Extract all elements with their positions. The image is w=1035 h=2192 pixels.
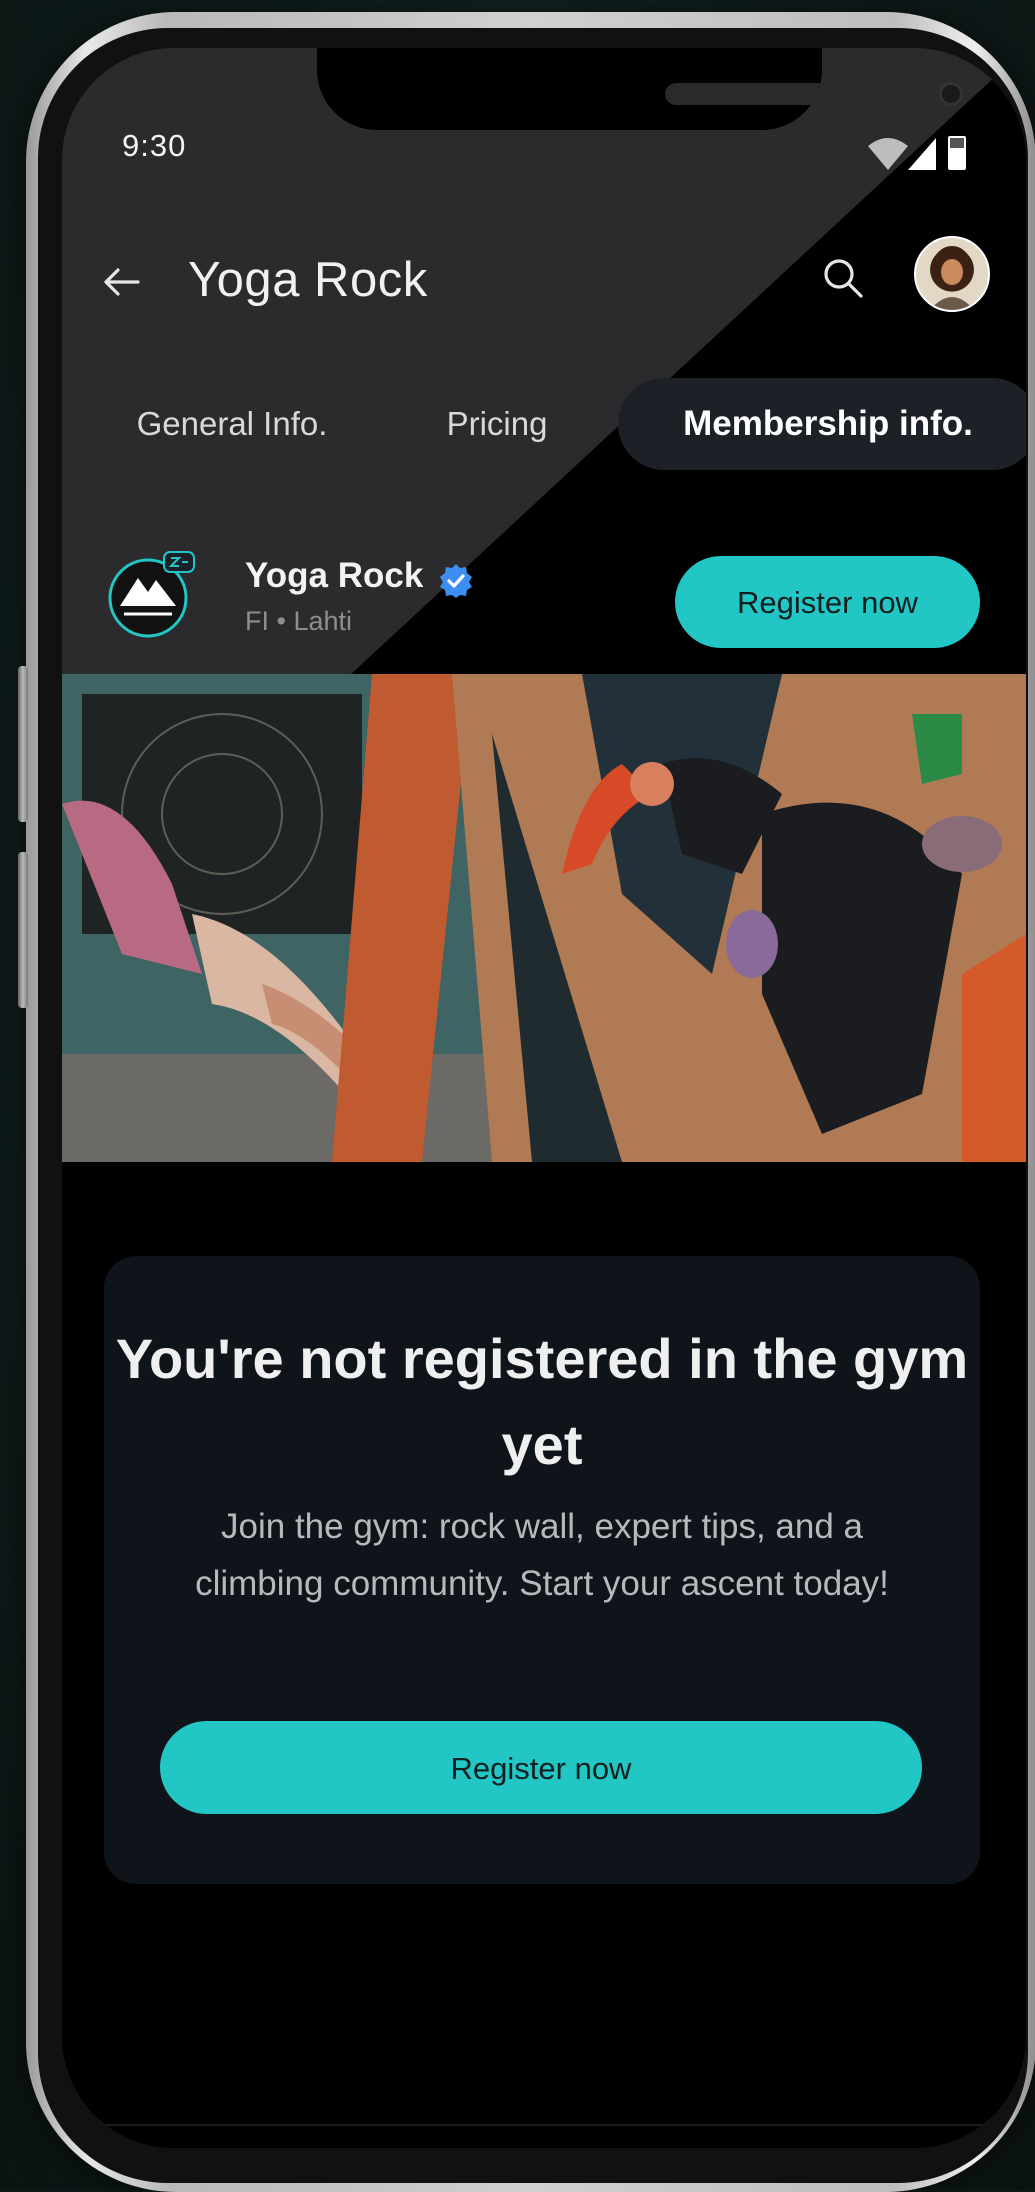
status-icons [862,132,974,172]
front-camera [939,82,963,106]
back-button[interactable] [98,258,146,306]
card-title: You're not registered in the gym yet [115,1327,969,1476]
gym-logo [106,550,196,640]
membership-card: You're not registered in the gym yet Joi… [104,1256,980,1884]
camera-notch [317,48,963,130]
wifi-icon [868,138,908,170]
verified-badge [437,562,475,600]
tab-membership-info[interactable]: Membership info. [618,378,1026,470]
avatar[interactable] [914,236,990,312]
yogarock-logo-icon [108,551,195,638]
bottom-divider [62,2124,1026,2126]
card-description: Join the gym: rock wall, expert tips, an… [195,1507,889,1603]
arrow-left-icon [104,268,140,296]
page-title: Yoga Rock [188,253,428,307]
register-now-button-card[interactable]: Register now [160,1721,922,1814]
search-button[interactable] [814,249,874,309]
battery-icon [948,136,966,170]
earpiece-speaker [665,83,908,105]
user-avatar-icon [930,246,974,310]
app-screen: 9:30 Yoga Rock General Info. Pricing Mem… [62,48,1026,2148]
tab-bar: General Info. Pricing Membership info. [62,378,1026,478]
volume-up-button [18,666,28,822]
tab-pricing[interactable]: Pricing [422,378,572,470]
status-time: 9:30 [122,128,187,163]
search-icon [824,259,863,298]
register-now-button-header[interactable]: Register now [675,556,980,648]
hero-image [62,674,1026,1162]
verified-check-icon [440,564,472,598]
volume-down-button [18,852,28,1008]
gym-location: FI • Lahti [245,606,352,636]
tab-general-info[interactable]: General Info. [132,378,332,470]
signal-icon [908,138,936,170]
yoga-and-climbing-photo [62,674,1026,1162]
gym-name: Yoga Rock [245,556,424,595]
